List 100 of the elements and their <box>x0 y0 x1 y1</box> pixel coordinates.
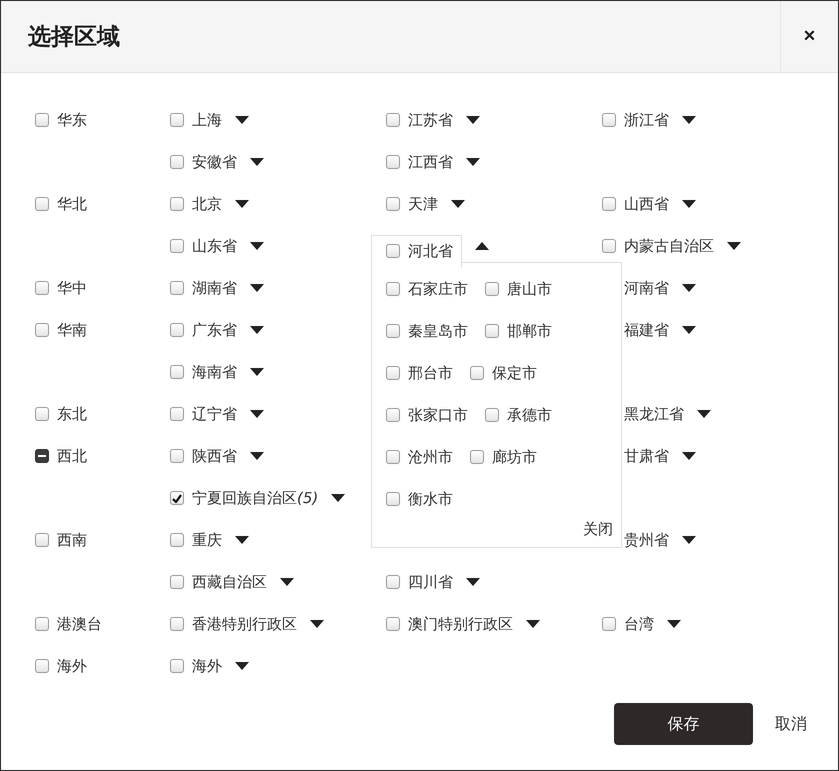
caret-up-icon[interactable] <box>475 242 489 250</box>
province-label: 上海 <box>192 110 222 130</box>
checkbox[interactable] <box>602 197 616 211</box>
checkbox[interactable] <box>170 197 184 211</box>
caret-down-icon[interactable] <box>682 536 696 544</box>
caret-down-icon[interactable] <box>250 284 264 292</box>
city-label: 张家口市 <box>408 406 468 424</box>
checkbox[interactable] <box>386 617 400 631</box>
checkbox[interactable] <box>602 113 616 127</box>
caret-down-icon[interactable] <box>466 116 480 124</box>
province-label: 内蒙古自治区 <box>624 236 714 256</box>
checkbox[interactable] <box>35 533 49 547</box>
province-label: 浙江省 <box>624 110 669 130</box>
checkbox[interactable] <box>470 366 484 380</box>
checkbox[interactable] <box>170 239 184 253</box>
caret-down-icon[interactable] <box>682 284 696 292</box>
checkbox[interactable] <box>35 449 49 463</box>
checkbox[interactable] <box>170 323 184 337</box>
caret-down-icon[interactable] <box>331 494 346 502</box>
city-label: 保定市 <box>492 364 537 382</box>
checkbox[interactable] <box>35 113 49 127</box>
city-label: 廊坊市 <box>492 448 537 466</box>
caret-down-icon[interactable] <box>250 326 264 334</box>
province-label: 山西省 <box>624 194 669 214</box>
region-label: 港澳台 <box>57 614 102 634</box>
checkbox[interactable] <box>602 239 616 253</box>
cancel-button[interactable]: 取消 <box>775 714 807 734</box>
city-label: 唐山市 <box>507 280 552 298</box>
caret-down-icon[interactable] <box>682 116 696 124</box>
checkbox[interactable] <box>170 113 184 127</box>
checkbox[interactable] <box>170 533 184 547</box>
checkbox[interactable] <box>170 575 184 589</box>
checkbox[interactable] <box>35 617 49 631</box>
checkbox[interactable] <box>170 281 184 295</box>
caret-down-icon[interactable] <box>235 536 249 544</box>
checkbox[interactable] <box>386 155 400 169</box>
checkbox[interactable] <box>386 244 400 258</box>
province-label: 河北省 <box>408 242 453 260</box>
checkbox[interactable] <box>386 282 400 296</box>
caret-down-icon[interactable] <box>250 158 264 166</box>
checkbox[interactable] <box>386 324 400 338</box>
checkbox[interactable] <box>386 450 400 464</box>
city-label: 衡水市 <box>408 490 453 508</box>
checkbox[interactable] <box>170 407 184 421</box>
checkbox[interactable] <box>485 282 499 296</box>
checkbox[interactable] <box>35 659 49 673</box>
caret-down-icon[interactable] <box>682 200 696 208</box>
caret-down-icon[interactable] <box>451 200 465 208</box>
caret-down-icon[interactable] <box>250 410 264 418</box>
checkbox[interactable] <box>35 197 49 211</box>
caret-down-icon[interactable] <box>235 200 249 208</box>
caret-down-icon[interactable] <box>280 578 294 586</box>
caret-down-icon[interactable] <box>667 620 681 628</box>
checkbox[interactable] <box>170 365 184 379</box>
province-label: 河南省 <box>624 278 669 298</box>
checkbox[interactable] <box>485 324 499 338</box>
checkbox[interactable] <box>386 197 400 211</box>
province-label: 宁夏回族自治区(5) <box>192 488 318 508</box>
checkbox[interactable] <box>386 492 400 506</box>
region-label: 西南 <box>57 530 87 550</box>
checkbox[interactable] <box>170 617 184 631</box>
dialog-title: 选择区域 <box>28 23 121 52</box>
caret-down-icon[interactable] <box>466 158 480 166</box>
checkbox[interactable] <box>485 408 499 422</box>
checkbox[interactable] <box>386 575 400 589</box>
caret-down-icon[interactable] <box>250 242 264 250</box>
province-label: 北京 <box>192 194 222 214</box>
caret-down-icon[interactable] <box>526 620 540 628</box>
province-label: 海南省 <box>192 362 237 382</box>
checkbox[interactable] <box>170 449 184 463</box>
checkbox[interactable] <box>170 155 184 169</box>
region-label: 东北 <box>57 404 87 424</box>
caret-down-icon[interactable] <box>235 662 249 670</box>
dropdown-tab[interactable]: 河北省 <box>371 234 462 268</box>
province-label: 台湾 <box>624 614 654 634</box>
checkbox[interactable] <box>602 617 616 631</box>
caret-down-icon[interactable] <box>682 326 696 334</box>
checkbox[interactable] <box>470 450 484 464</box>
checkbox[interactable] <box>35 281 49 295</box>
checkbox[interactable] <box>170 491 184 505</box>
caret-down-icon[interactable] <box>727 242 741 250</box>
close-link[interactable]: 关闭 <box>583 520 613 539</box>
caret-down-icon[interactable] <box>697 410 711 418</box>
caret-down-icon[interactable] <box>235 116 249 124</box>
save-button[interactable]: 保存 <box>614 703 753 745</box>
checkbox[interactable] <box>386 408 400 422</box>
province-label: 澳门特别行政区 <box>408 614 513 634</box>
caret-down-icon[interactable] <box>466 578 480 586</box>
checkbox[interactable] <box>170 659 184 673</box>
province-label: 湖南省 <box>192 278 237 298</box>
caret-down-icon[interactable] <box>682 452 696 460</box>
caret-down-icon[interactable] <box>250 452 264 460</box>
checkbox[interactable] <box>35 407 49 421</box>
checkbox[interactable] <box>386 113 400 127</box>
checkbox[interactable] <box>386 366 400 380</box>
caret-down-icon[interactable] <box>250 368 264 376</box>
caret-down-icon[interactable] <box>310 620 324 628</box>
checkbox[interactable] <box>35 323 49 337</box>
province-label: 山东省 <box>192 236 237 256</box>
province-label: 重庆 <box>192 530 222 550</box>
